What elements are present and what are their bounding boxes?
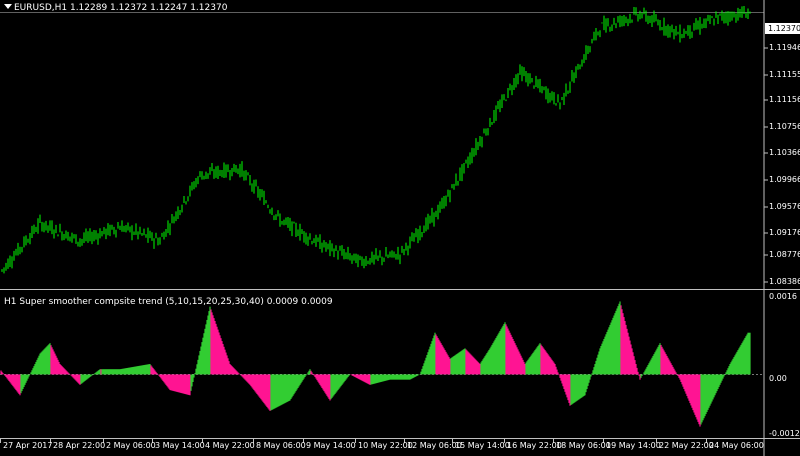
symbol-menu-icon[interactable]: [4, 4, 12, 9]
price-tick-label: 1.09176: [769, 228, 800, 237]
time-tick-label: 27 Apr 2017: [3, 441, 53, 450]
chart-canvas[interactable]: [0, 0, 800, 456]
indicator-tick-zero: 0.00: [769, 374, 787, 383]
time-tick-label: 15 May 14:00: [455, 441, 510, 450]
time-tick-label: 19 May 14:00: [606, 441, 661, 450]
time-tick-label: 28 Apr 22:00: [53, 441, 106, 450]
indicator-tick-bottom: -0.0012: [769, 429, 800, 438]
price-tick-label: 1.08386: [769, 277, 800, 286]
price-candles: [0, 5, 764, 274]
time-tick-label: 9 May 14:00: [306, 441, 356, 450]
time-tick-label: 4 May 22:00: [205, 441, 255, 450]
price-tick-label: 1.11156: [769, 95, 800, 104]
price-tick-label: 1.11946: [769, 43, 800, 52]
time-tick-label: 10 May 22:00: [358, 441, 413, 450]
price-tick-label: 1.10366: [769, 148, 800, 157]
time-tick-label: 22 May 22:00: [659, 441, 714, 450]
price-tick-label: 1.10756: [769, 122, 800, 131]
time-tick-label: 2 May 06:00: [106, 441, 156, 450]
time-tick-label: 18 May 06:00: [556, 441, 611, 450]
current-price-label: 1.12370: [765, 23, 800, 34]
indicator-tick-top: 0.0016: [769, 292, 797, 301]
time-tick-label: 16 May 22:00: [507, 441, 562, 450]
time-tick-label: 8 May 06:00: [256, 441, 306, 450]
indicator-title: H1 Super smoother compsite trend (5,10,1…: [4, 297, 333, 307]
symbol-info: EURUSD,H1 1.12289 1.12372 1.12247 1.1237…: [14, 3, 228, 13]
price-tick-label: 1.09576: [769, 202, 800, 211]
indicator-histogram: [0, 301, 764, 427]
time-tick-label: 3 May 14:00: [155, 441, 205, 450]
price-tick-label: 1.08776: [769, 250, 800, 259]
time-tick-label: 12 May 06:00: [407, 441, 462, 450]
time-tick-label: 24 May 06:00: [709, 441, 764, 450]
price-tick-label: 1.11155: [769, 70, 800, 79]
price-tick-label: 1.09966: [769, 175, 800, 184]
